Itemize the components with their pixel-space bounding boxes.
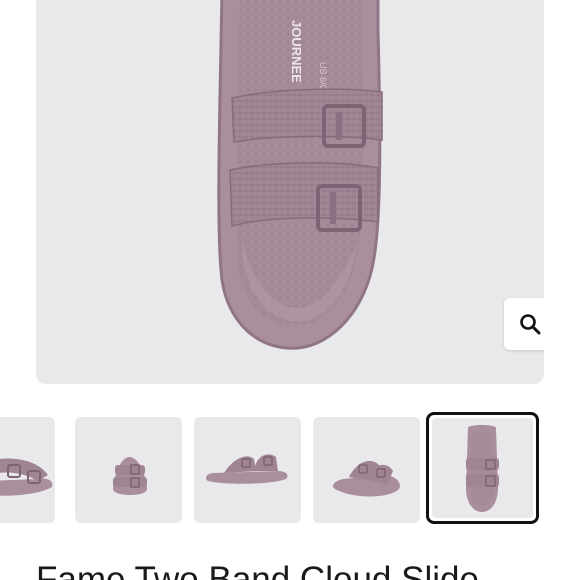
product-page: JOURNEE US 6/Cu35 Fame Two Band Cloud Sl… [0, 0, 580, 580]
sandal-top-image [466, 425, 499, 512]
sandal-three-quarter-image [333, 461, 400, 497]
sandal-top-view-image: JOURNEE US 6/Cu35 [217, 0, 383, 350]
zoom-button[interactable] [504, 298, 544, 350]
thumbnail-5-image-frame [432, 418, 533, 518]
thumbnail-4[interactable] [313, 417, 420, 523]
sandal-side-image [206, 454, 288, 484]
thumbnail-2[interactable] [75, 417, 182, 523]
thumbnail-1[interactable] [0, 417, 55, 523]
product-title: Fame Two Band Cloud Slide [36, 560, 479, 580]
thumbnail-5-selected[interactable] [426, 412, 539, 524]
thumbnail-3[interactable] [194, 417, 301, 523]
main-product-image[interactable]: JOURNEE US 6/Cu35 [36, 0, 544, 384]
magnifier-icon [520, 314, 541, 335]
sandal-front-image [113, 457, 147, 495]
sandal-side-cropped-image [0, 458, 53, 496]
thumbnail-strip [0, 412, 580, 530]
insole-brand-text: JOURNEE [289, 20, 304, 83]
